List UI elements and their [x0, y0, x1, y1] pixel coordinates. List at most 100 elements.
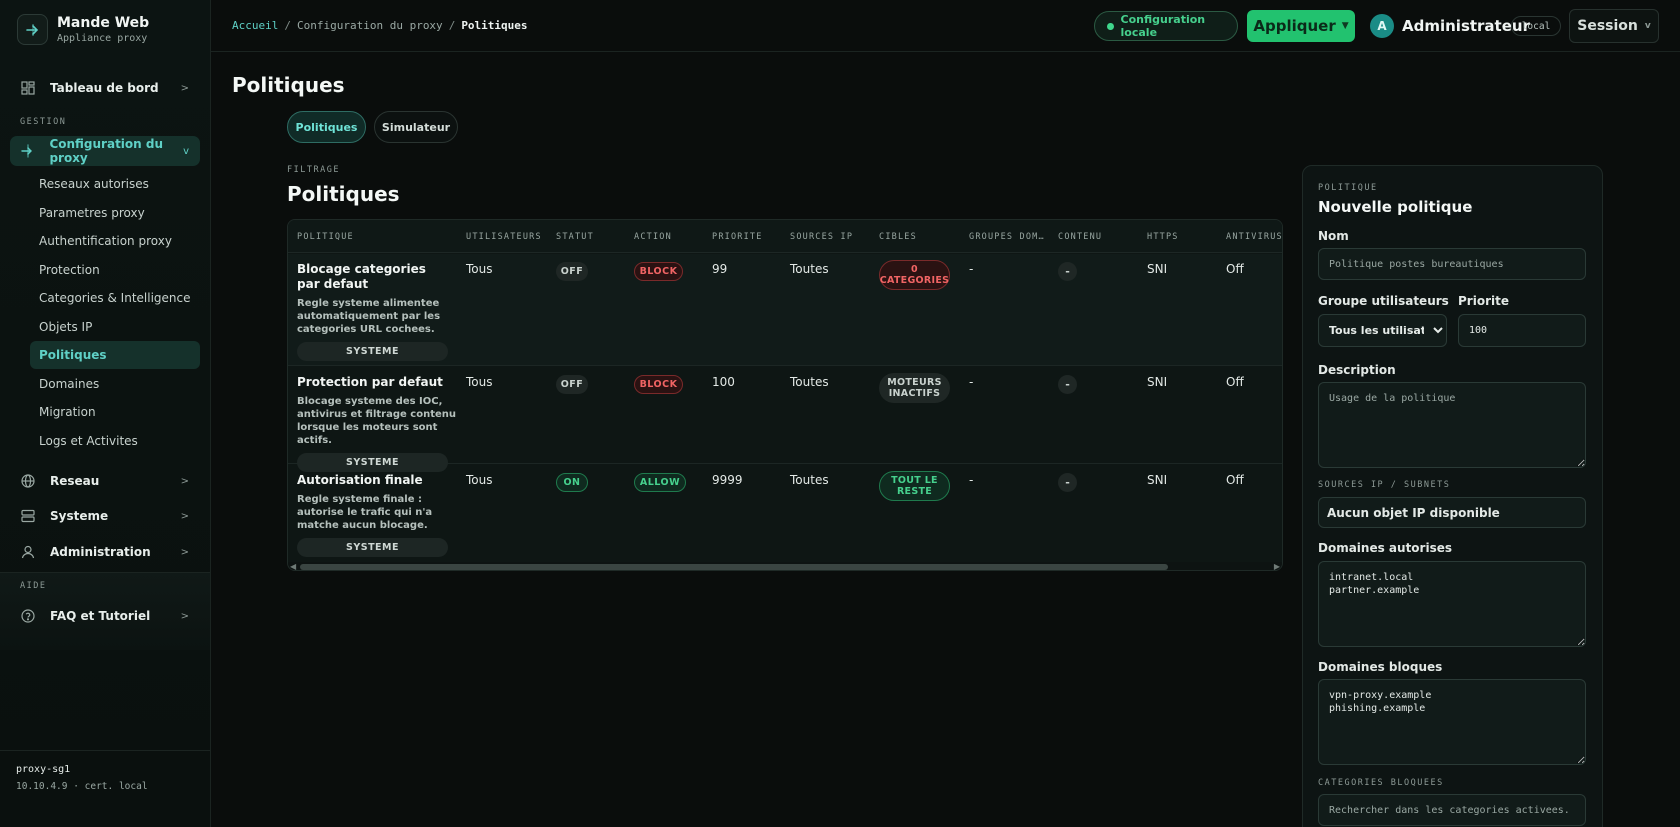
- nav-faq[interactable]: FAQ et Tutoriel >: [10, 601, 200, 631]
- name-input[interactable]: [1318, 248, 1586, 280]
- targets-badge: MOTEURS INACTIFS: [879, 373, 950, 403]
- policy-domain-groups: -: [969, 473, 974, 487]
- section-aide: AIDE: [20, 581, 47, 591]
- chevron-down-icon: v: [1644, 21, 1651, 31]
- sidebar-footer-divider: [0, 750, 210, 751]
- breadcrumb: Accueil / Configuration du proxy / Politique…: [232, 19, 528, 32]
- section-gestion: GESTION: [20, 117, 67, 127]
- nav-network[interactable]: Reseau >: [10, 466, 200, 496]
- scroll-left-icon[interactable]: ◀: [290, 562, 296, 570]
- policy-description: Regle systeme finale : autorise le trafi…: [297, 494, 433, 531]
- status-toggle[interactable]: OFF: [556, 262, 588, 281]
- nav-dashboard[interactable]: Tableau de bord >: [10, 73, 200, 103]
- column-header: POLITIQUE: [297, 232, 354, 242]
- table-row[interactable]: Blocage categories par defaut Regle syst…: [288, 254, 1282, 366]
- user-group-label: Groupe utilisateurs: [1318, 294, 1449, 308]
- chevron-right-icon: >: [180, 610, 189, 622]
- column-header: UTILISATEURS: [466, 232, 542, 242]
- policy-sources: Toutes: [790, 375, 829, 389]
- targets-badge: 0 CATEGORIES: [879, 260, 950, 290]
- table-row[interactable]: Protection par defaut Blocage systeme de…: [288, 367, 1282, 472]
- session-button-label: Session: [1577, 18, 1638, 34]
- name-label: Nom: [1318, 229, 1349, 243]
- nav-system-label: Systeme: [50, 509, 109, 523]
- targets-badge: TOUT LE RESTE: [879, 471, 950, 501]
- avatar[interactable]: A: [1370, 14, 1394, 38]
- scrollbar-thumb[interactable]: [300, 564, 1168, 570]
- sidebar-item-domaines[interactable]: Domaines: [30, 370, 200, 398]
- brand[interactable]: Mande Web Appliance proxy: [17, 14, 149, 45]
- content-badge: -: [1058, 375, 1077, 394]
- nav-administration-label: Administration: [50, 545, 151, 559]
- sidebar-item-politiques[interactable]: Politiques: [30, 341, 200, 369]
- section-kicker: FILTRAGE: [287, 165, 340, 175]
- policy-antivirus: Off: [1226, 262, 1244, 276]
- policy-description: Regle systeme alimentee automatiquement …: [297, 298, 441, 335]
- action-badge: ALLOW: [634, 473, 686, 492]
- status-toggle[interactable]: ON: [556, 473, 588, 492]
- policy-priority: 99: [712, 262, 728, 276]
- chevron-down-icon: v: [183, 145, 189, 157]
- chevron-right-icon: >: [180, 82, 189, 94]
- sidebar-item-logs[interactable]: Logs et Activites: [30, 427, 200, 455]
- apply-button[interactable]: Appliquer ▼: [1247, 10, 1355, 42]
- sidebar-item-categories[interactable]: Categories & Intelligence: [30, 284, 200, 312]
- chevron-down-icon: ▼: [1341, 21, 1349, 31]
- brand-subtitle: Appliance proxy: [57, 33, 148, 44]
- status-toggle[interactable]: OFF: [556, 375, 588, 394]
- sidebar-item-objets-ip[interactable]: Objets IP: [30, 313, 200, 341]
- breadcrumb-separator: /: [448, 19, 456, 32]
- policy-https: SNI: [1147, 375, 1168, 389]
- apply-button-label: Appliquer: [1253, 17, 1336, 35]
- help-circle-icon: [20, 608, 36, 624]
- tab-politiques[interactable]: Politiques: [287, 111, 366, 143]
- tab-simulateur[interactable]: Simulateur: [374, 111, 458, 143]
- sidebar-item-reseaux-autorises[interactable]: Reseaux autorises: [30, 170, 200, 198]
- content-badge: -: [1058, 473, 1077, 492]
- brand-title: Mande Web: [57, 15, 150, 31]
- session-button[interactable]: Session v: [1569, 9, 1659, 43]
- nav-proxy-config-label: Configuration du proxy: [49, 137, 164, 165]
- horizontal-scrollbar[interactable]: ◀ ▶: [288, 562, 1282, 570]
- chevron-right-icon: >: [180, 510, 189, 522]
- categories-search-input[interactable]: [1318, 794, 1586, 826]
- breadcrumb-proxy-config[interactable]: Configuration du proxy: [297, 19, 443, 32]
- panel-kicker: POLITIQUE: [1318, 183, 1378, 193]
- sidebar-item-protection[interactable]: Protection: [30, 256, 200, 284]
- column-header: CIBLES: [879, 232, 917, 242]
- allowed-domains-textarea[interactable]: intranet.local partner.example: [1318, 561, 1586, 647]
- host-address: 10.10.4.9 · cert. local: [16, 781, 148, 792]
- policy-antivirus: Off: [1226, 375, 1244, 389]
- page-title: Politiques: [232, 73, 345, 97]
- proxy-icon: [20, 143, 35, 159]
- nav-dashboard-label: Tableau de bord: [50, 81, 159, 95]
- priority-input[interactable]: [1458, 314, 1586, 347]
- sidebar-item-parametres-proxy[interactable]: Parametres proxy: [30, 199, 200, 227]
- blocked-domains-textarea[interactable]: vpn-proxy.example phishing.example: [1318, 679, 1586, 765]
- priority-label: Priorite: [1458, 294, 1509, 308]
- column-header: SOURCES IP: [790, 232, 854, 242]
- column-header: PRIORITE: [712, 232, 763, 242]
- breadcrumb-home[interactable]: Accueil: [232, 19, 278, 32]
- sources-empty-message: Aucun objet IP disponible: [1318, 497, 1586, 528]
- user-icon: [20, 544, 36, 560]
- description-textarea[interactable]: [1318, 382, 1586, 468]
- policy-users: Tous: [466, 375, 493, 389]
- host-name: proxy-sg1: [16, 764, 71, 775]
- nav-proxy-config[interactable]: Configuration du proxy v: [10, 136, 200, 166]
- nav-system[interactable]: Systeme >: [10, 501, 200, 531]
- grid-icon: [20, 80, 36, 96]
- sidebar-item-authentification-proxy[interactable]: Authentification proxy: [30, 227, 200, 255]
- policy-name: Protection par defaut: [297, 375, 443, 389]
- content-badge: -: [1058, 262, 1077, 281]
- chevron-right-icon: >: [180, 546, 189, 558]
- policy-sources: Toutes: [790, 473, 829, 487]
- sidebar-footer: proxy-sg1 10.10.4.9 · cert. local: [16, 764, 148, 792]
- sidebar-item-migration[interactable]: Migration: [30, 398, 200, 426]
- table-row[interactable]: Autorisation finale Regle systeme finale…: [288, 465, 1282, 562]
- policies-table: POLITIQUE UTILISATEURS STATUT ACTION PRI…: [287, 219, 1283, 571]
- scroll-right-icon[interactable]: ▶: [1274, 562, 1280, 570]
- nav-faq-label: FAQ et Tutoriel: [50, 609, 151, 623]
- nav-administration[interactable]: Administration >: [10, 537, 200, 567]
- user-group-select[interactable]: Tous les utilisateurs: [1318, 314, 1447, 347]
